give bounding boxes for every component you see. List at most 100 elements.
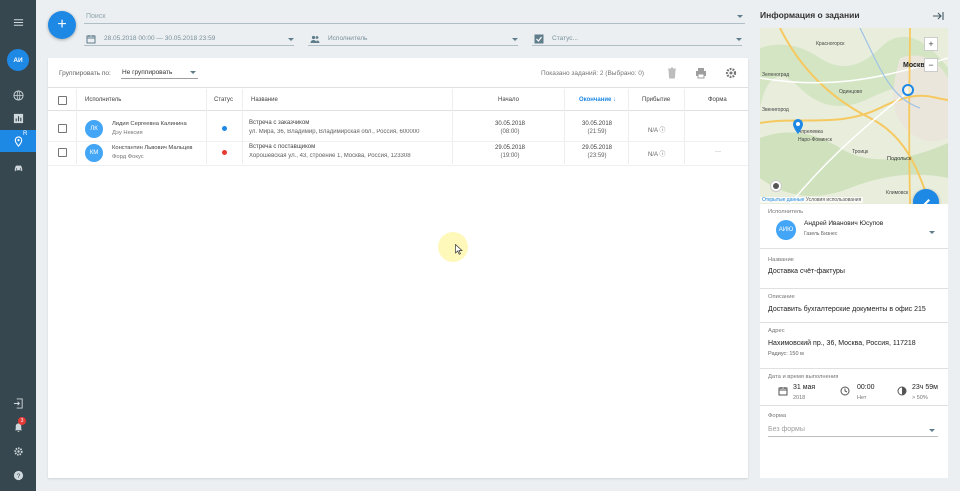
gear-icon[interactable] xyxy=(724,66,738,80)
start-time: (08:00) xyxy=(500,129,520,135)
form-value: — xyxy=(715,149,721,155)
col-arrival[interactable]: Прибытие xyxy=(642,97,670,103)
task-address: Хорошевская ул., 43, строение 1, Москва,… xyxy=(249,153,411,159)
chevron-down-icon xyxy=(190,71,196,74)
clock-icon xyxy=(840,386,850,396)
map-place-label: Звенигород xyxy=(762,107,789,113)
task-title: Встреча с заказчиком xyxy=(249,120,310,126)
table-row[interactable]: КМ Константин Львович Мальцев Форд Фокус… xyxy=(48,140,748,166)
map-place-label: Подольск xyxy=(887,156,912,162)
divider xyxy=(760,248,948,249)
status-dot xyxy=(222,126,227,131)
divider xyxy=(760,322,948,323)
name-label: Название xyxy=(768,257,794,263)
zoom-in-button[interactable]: + xyxy=(924,37,938,51)
performer-dropdown-icon[interactable] xyxy=(929,231,935,234)
notification-badge: 3 xyxy=(18,417,26,425)
terms-link[interactable]: Условия использования xyxy=(806,197,862,203)
performer-name: Константин Львович Мальцев xyxy=(112,145,193,151)
arrival-value: N/A ⓘ xyxy=(648,152,666,158)
calendar-icon xyxy=(778,387,788,396)
logout-icon[interactable] xyxy=(0,392,36,414)
divider xyxy=(760,368,948,369)
col-start[interactable]: Начало xyxy=(498,97,519,103)
performer-vehicle: Дэу Нексия xyxy=(112,130,143,136)
close-panel-icon[interactable] xyxy=(932,11,944,21)
chevron-down-icon xyxy=(737,15,743,18)
task-description: Доставить бухгалтерские документы в офис… xyxy=(768,306,926,313)
divider xyxy=(760,288,948,289)
status-filter[interactable]: Статус... xyxy=(532,32,742,46)
duration-note: > 50% xyxy=(912,395,928,401)
mouse-cursor-icon xyxy=(455,244,463,255)
duration-value[interactable]: 23ч 59м xyxy=(912,384,938,391)
performer-vehicle: Газель Бизнес xyxy=(804,231,838,237)
avatar: КМ xyxy=(85,144,103,162)
arrival-value: N/A ⓘ xyxy=(648,128,666,134)
row-checkbox[interactable] xyxy=(58,124,67,133)
delete-icon[interactable] xyxy=(665,66,679,80)
map-pin-icon[interactable] xyxy=(792,119,804,135)
col-form[interactable]: Форма xyxy=(708,97,727,103)
open-data-link[interactable]: Открытые данные xyxy=(762,197,804,203)
duration-icon xyxy=(897,386,907,396)
settings-icon[interactable] xyxy=(0,440,36,462)
map-place-label: Климовск xyxy=(886,190,909,196)
performer-filter[interactable]: Исполнитель xyxy=(308,32,518,46)
performer-label: Исполнитель xyxy=(768,209,804,215)
map-place-label: Одинцово xyxy=(839,89,863,95)
group-by-select[interactable]: Не группировать xyxy=(121,66,198,79)
shown-count: Показано заданий: 2 (Выбрано: 0) xyxy=(541,70,645,77)
help-icon[interactable]: ? xyxy=(0,464,36,486)
task-name: Доставка счёт-фактуры xyxy=(768,268,845,275)
end-time: (21:59) xyxy=(587,129,607,135)
description-label: Описание xyxy=(768,294,795,300)
map-credits: Открытые данные Условия использования xyxy=(760,197,864,203)
people-icon xyxy=(310,35,320,43)
start-time: (19:00) xyxy=(500,153,520,159)
table-toolbar: Группировать по: Не группировать Показан… xyxy=(48,58,748,88)
reports-icon[interactable] xyxy=(0,107,36,129)
tasks-icon[interactable] xyxy=(0,130,36,152)
search-placeholder: Поиск xyxy=(86,13,106,20)
due-time[interactable]: 00:00 xyxy=(857,384,875,391)
col-performer[interactable]: Исполнитель xyxy=(85,97,121,103)
layers-button[interactable] xyxy=(770,180,782,192)
col-title[interactable]: Название xyxy=(251,97,278,103)
left-rail: АИ R 3 ? xyxy=(0,0,36,491)
start-date: 30.05.2018 xyxy=(494,121,526,127)
vehicle-icon[interactable] xyxy=(0,156,36,178)
globe-icon[interactable] xyxy=(0,84,36,106)
add-task-button[interactable]: + xyxy=(48,11,76,39)
task-title: Встреча с поставщиком xyxy=(249,144,316,150)
task-address: ул. Мира, 36, Владимир, Владимирская обл… xyxy=(249,129,420,135)
performer-placeholder: Исполнитель xyxy=(328,35,368,42)
performer-vehicle: Форд Фокус xyxy=(112,154,144,160)
map-place-label: Наро-Фоминск xyxy=(798,137,832,143)
col-status[interactable]: Статус xyxy=(214,97,233,103)
map-view[interactable]: Красногорск Москв Зеленоград Одинцово Зв… xyxy=(760,28,948,204)
time-note: Нет xyxy=(857,395,867,401)
table-row[interactable]: ЛК Лидия Сергеевна Калинина Дэу Нексия В… xyxy=(48,116,748,142)
row-checkbox[interactable] xyxy=(58,148,67,157)
menu-icon[interactable] xyxy=(0,11,36,33)
form-select[interactable]: Без формы xyxy=(768,423,938,437)
task-details: Исполнитель АИЮ Андрей Иванович Юсупов Г… xyxy=(760,204,948,478)
divider xyxy=(760,405,948,406)
col-end[interactable]: Окончание ↓ xyxy=(579,97,616,103)
due-year: 2018 xyxy=(793,395,806,401)
print-icon[interactable] xyxy=(694,66,708,80)
search-input[interactable]: Поиск xyxy=(84,10,745,24)
map-place-label: Москв xyxy=(903,62,925,69)
start-date: 29.05.2018 xyxy=(494,145,526,151)
tasks-table-card: Группировать по: Не группировать Показан… xyxy=(48,58,748,478)
map-canvas xyxy=(760,28,948,204)
map-place-label: Зеленоград xyxy=(762,72,790,78)
zoom-out-button[interactable]: − xyxy=(924,58,938,72)
svg-text:?: ? xyxy=(16,472,20,479)
select-all-checkbox[interactable] xyxy=(58,96,67,105)
user-avatar[interactable]: АИ xyxy=(7,49,29,71)
date-range-field[interactable]: 28.05.2018 00:00 — 30.05.2018 23:59 xyxy=(84,32,294,46)
due-date[interactable]: 31 мая xyxy=(793,384,815,391)
end-date: 29.05.2018 xyxy=(581,145,613,151)
